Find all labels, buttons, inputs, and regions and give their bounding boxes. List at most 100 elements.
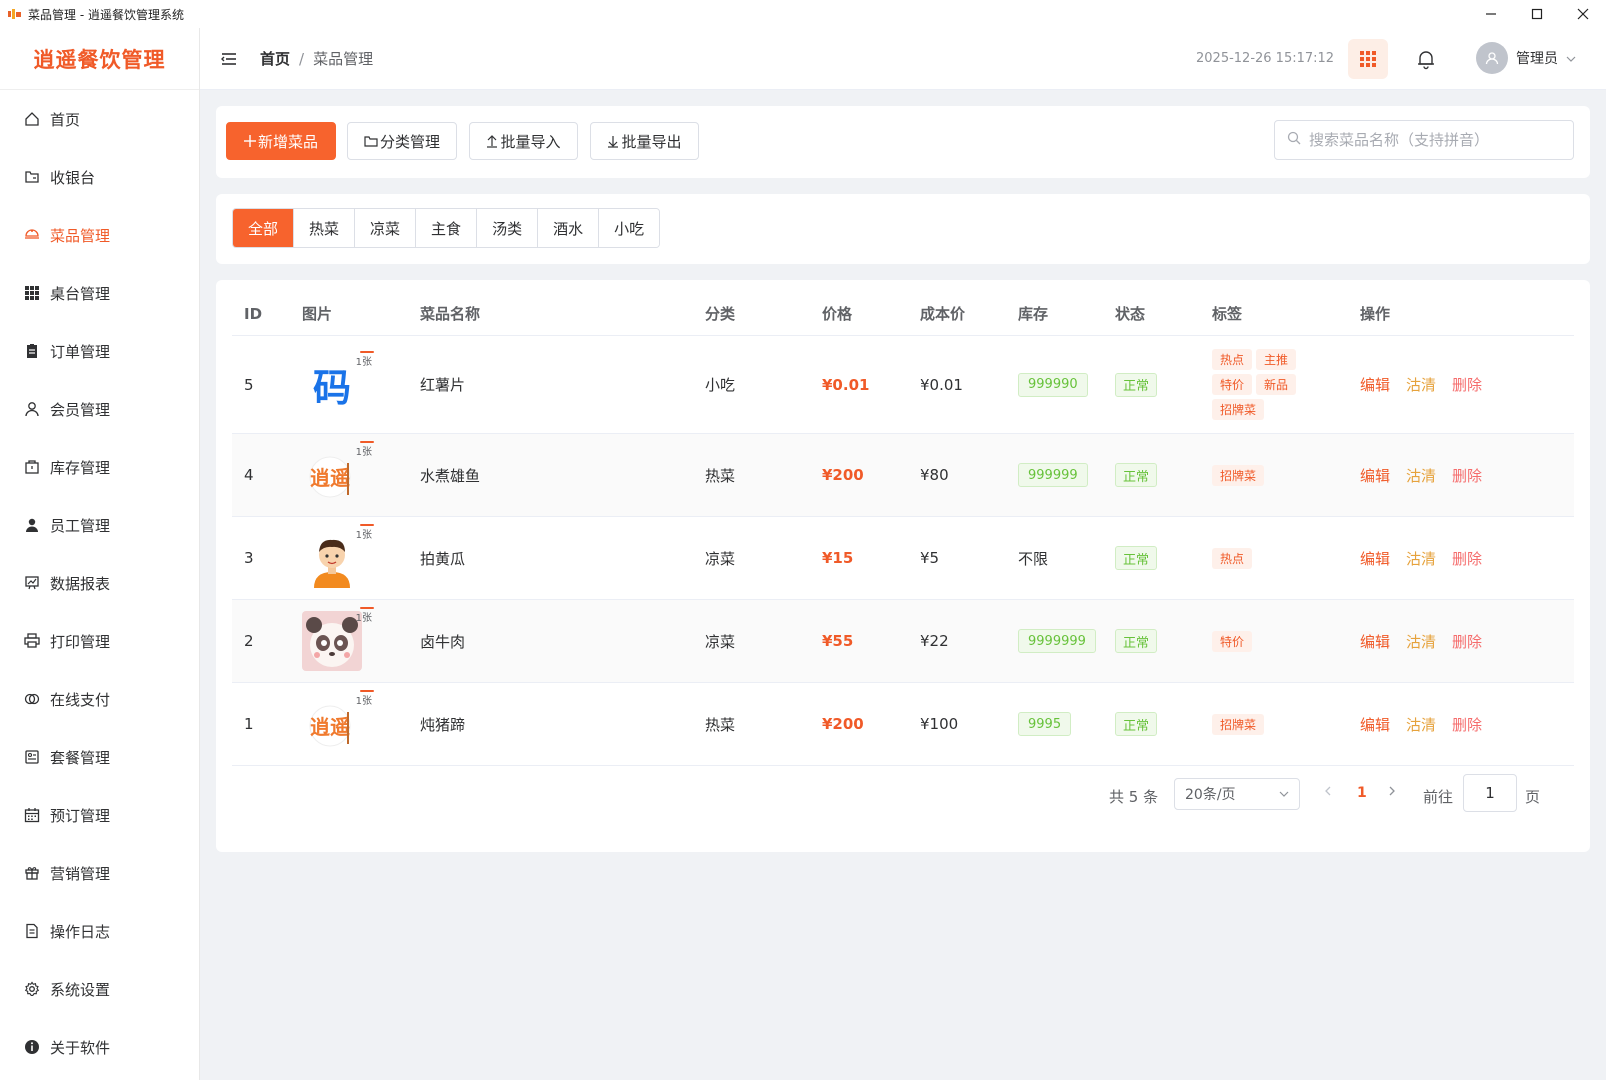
search-icon [1287, 131, 1301, 149]
user-menu[interactable]: 管理员 [1476, 42, 1576, 74]
sold-out-button[interactable]: 沽清 [1406, 631, 1436, 652]
thumb-brand-text: 逍遥 [310, 466, 350, 490]
maximize-button[interactable] [1514, 0, 1560, 28]
delete-button[interactable]: 删除 [1452, 548, 1482, 569]
sidebar-item-5[interactable]: 订单管理 [0, 322, 199, 380]
category-tab[interactable]: 主食 [415, 209, 477, 247]
sidebar-item-label: 菜品管理 [50, 226, 111, 245]
table-row: 4 逍遥 1张 水煮雄鱼 热菜 ¥200 ¥80 999999 正常 招牌菜 编辑 沽清 删除 [232, 434, 1574, 517]
sidebar-item-1[interactable]: 首页 [0, 90, 199, 148]
prev-page-icon[interactable] [1324, 785, 1332, 801]
sold-out-button[interactable]: 沽清 [1406, 465, 1436, 486]
category-tab[interactable]: 全部 [233, 209, 294, 247]
dish-image-cell: 1张 [302, 517, 375, 599]
dish-id: 3 [244, 549, 254, 567]
sidebar-item-11[interactable]: 在线支付 [0, 670, 199, 728]
chevron-down-icon [1279, 787, 1289, 800]
delete-button[interactable]: 删除 [1452, 374, 1482, 395]
close-button[interactable] [1560, 0, 1606, 28]
dish-icon [24, 227, 40, 243]
dish-price: ¥200 [822, 466, 864, 484]
sidebar-item-15[interactable]: 操作日志 [0, 902, 199, 960]
sidebar-item-7[interactable]: 库存管理 [0, 438, 199, 496]
col-price-header: 价格 [822, 305, 853, 323]
batch-export-button[interactable]: 批量导出 [590, 122, 699, 160]
edit-button[interactable]: 编辑 [1360, 631, 1390, 652]
dish-image[interactable]: 1张 [302, 607, 375, 671]
category-tab[interactable]: 酒水 [537, 209, 599, 247]
edit-button[interactable]: 编辑 [1360, 374, 1390, 395]
dish-category: 小吃 [705, 376, 736, 394]
dish-image[interactable]: 1张 [302, 524, 375, 588]
dish-image[interactable]: 逍遥 1张 [302, 441, 375, 505]
sidebar-item-8[interactable]: 员工管理 [0, 496, 199, 554]
sidebar-item-9[interactable]: 数据报表 [0, 554, 199, 612]
category-manage-button[interactable]: 分类管理 [347, 122, 457, 160]
dish-stock: 999990 [1018, 372, 1088, 397]
dish-tag: 新品 [1256, 374, 1297, 395]
status-badge: 正常 [1115, 372, 1158, 397]
dish-price: ¥200 [822, 715, 864, 733]
add-dish-button[interactable]: 新增菜品 [226, 122, 336, 160]
sidebar-item-13[interactable]: 预订管理 [0, 786, 199, 844]
edit-button[interactable]: 编辑 [1360, 465, 1390, 486]
delete-button[interactable]: 删除 [1452, 465, 1482, 486]
col-status-header: 状态 [1115, 305, 1146, 323]
app-logo[interactable]: 逍遥餐饮管理 [0, 28, 199, 90]
dish-image[interactable]: 逍遥 1张 [302, 690, 375, 754]
breadcrumb-home[interactable]: 首页 [260, 48, 290, 69]
sidebar-item-14[interactable]: 营销管理 [0, 844, 199, 902]
category-tab[interactable]: 热菜 [293, 209, 355, 247]
edit-button[interactable]: 编辑 [1360, 548, 1390, 569]
apps-grid-button[interactable] [1348, 39, 1388, 79]
col-stock-header: 库存 [1018, 305, 1049, 323]
sidebar-item-6[interactable]: 会员管理 [0, 380, 199, 438]
dish-cost: ¥0.01 [920, 375, 963, 394]
status-badge: 正常 [1115, 546, 1158, 570]
col-cost-header: 成本价 [920, 305, 966, 323]
sold-out-button[interactable]: 沽清 [1406, 374, 1436, 395]
sold-out-button[interactable]: 沽清 [1406, 714, 1436, 735]
search-input[interactable] [1309, 131, 1559, 149]
sidebar-item-12[interactable]: 套餐管理 [0, 728, 199, 786]
dish-image[interactable]: 码 1张 [302, 350, 375, 415]
category-filter-card: 全部 热菜 凉菜 主食 汤类 酒水 小吃 [216, 194, 1590, 264]
page-number-current[interactable]: 1 [1357, 785, 1367, 801]
dish-cost: ¥22 [920, 632, 949, 650]
dish-status-cell: 正常 [1115, 600, 1158, 682]
dish-tags-cell: 特价 [1212, 600, 1322, 682]
sidebar-item-label: 关于软件 [50, 1038, 111, 1057]
sidebar-item-17[interactable]: 关于软件 [0, 1018, 199, 1076]
category-tab[interactable]: 凉菜 [354, 209, 416, 247]
delete-button[interactable]: 删除 [1452, 631, 1482, 652]
category-tab[interactable]: 汤类 [476, 209, 538, 247]
sidebar-item-label: 套餐管理 [50, 748, 111, 767]
next-page-icon[interactable] [1388, 785, 1396, 801]
sidebar-item-4[interactable]: 桌台管理 [0, 264, 199, 322]
sidebar: 逍遥餐饮管理 首页 收银台菜品管理桌台管理 订单管理 会员管理 库存管理 员工管理 数据报表… [0, 28, 200, 1080]
table-row: 5 码 1张 红薯片 小吃 ¥0.01 ¥0.01 999990 正常 热点 主推 特价 新品 招牌菜 编辑… [232, 336, 1574, 434]
grid-icon [24, 285, 40, 301]
page-size-select[interactable]: 20条/页 [1174, 778, 1300, 810]
edit-button[interactable]: 编辑 [1360, 714, 1390, 735]
menu-toggle-icon[interactable] [220, 50, 238, 68]
dish-name: 水煮雄鱼 [420, 466, 481, 485]
bell-icon[interactable] [1415, 48, 1437, 70]
box-icon [24, 459, 40, 475]
dish-name: 拍黄瓜 [420, 549, 466, 568]
batch-import-button[interactable]: 批量导入 [469, 122, 578, 160]
sidebar-item-10[interactable]: 打印管理 [0, 612, 199, 670]
home-icon [24, 111, 40, 127]
minimize-button[interactable] [1468, 0, 1514, 28]
sidebar-item-16[interactable]: 系统设置 [0, 960, 199, 1018]
row-actions: 编辑 沽清 删除 [1360, 600, 1498, 682]
sold-out-button[interactable]: 沽清 [1406, 548, 1436, 569]
sidebar-item-2[interactable]: 收银台 [0, 148, 199, 206]
sidebar-item-3[interactable]: 菜品管理 [0, 206, 199, 264]
dish-tag: 热点 [1212, 547, 1253, 569]
delete-button[interactable]: 删除 [1452, 714, 1482, 735]
category-tab[interactable]: 小吃 [598, 209, 660, 247]
dish-tags-cell: 热点 [1212, 517, 1322, 599]
goto-page-input[interactable] [1463, 774, 1517, 812]
dish-id: 4 [244, 466, 254, 484]
